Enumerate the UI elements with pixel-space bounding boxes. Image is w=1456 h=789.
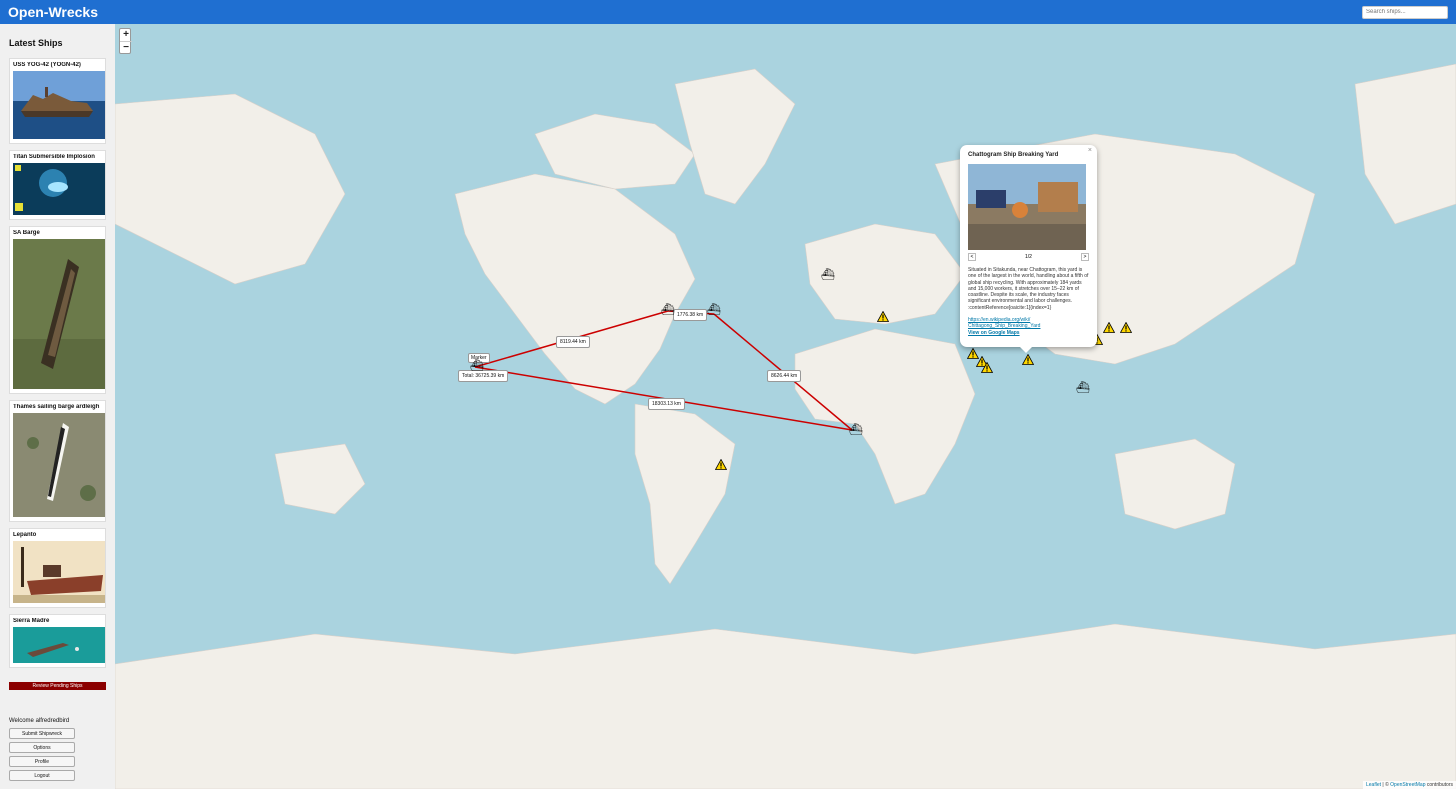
ship-marker-icon[interactable]: ⛴ [1076,382,1090,394]
profile-button[interactable]: Profile [9,756,75,767]
distance-label: 1776.38 km [673,309,708,321]
ship-thumbnail [13,627,105,663]
ship-thumbnail [13,71,105,139]
ship-card-title: Sierra Madre [13,618,50,624]
review-pending-ships-button[interactable]: Review Pending Ships [9,682,106,690]
app-title[interactable]: Open-Wrecks [8,4,98,20]
distance-label: 8626.44 km [767,370,802,382]
ship-thumbnail [13,413,105,517]
warning-marker-icon[interactable] [715,459,727,470]
popup-image [968,164,1086,250]
ship-card-titan[interactable]: Titan Submersible Implosion [9,150,106,220]
submit-shipwreck-button[interactable]: Submit Shipwreck [9,728,75,739]
ship-card-title: Titan Submersible Implosion [13,154,95,160]
options-button[interactable]: Options [9,742,75,753]
map-base-layer [115,63,1456,789]
attribution-suffix: contributors [1426,782,1453,788]
map-attribution: Leaflet | © OpenStreetMap contributors [1363,781,1456,789]
latest-ships-heading: Latest Ships [9,38,63,48]
distance-label: 8119.44 km [556,336,590,348]
ship-marker-icon[interactable]: ⛴ [661,304,675,316]
ship-card-title: USS YOG-42 (YOGN-42) [13,62,81,68]
distance-label: 18303.13 km [648,398,685,410]
warning-marker-icon[interactable] [1022,354,1034,365]
popup-close-button[interactable]: × [1088,147,1092,154]
logout-button[interactable]: Logout [9,770,75,781]
popup-title: Chattogram Ship Breaking Yard [968,152,1059,158]
leaflet-link[interactable]: Leaflet [1366,782,1381,788]
ship-card-title: Thames sailing barge ardleigh [13,404,100,410]
ship-card-lepanto[interactable]: Lepanto [9,528,106,608]
ship-thumbnail [13,239,105,389]
ship-card-title: Lepanto [13,532,37,538]
ship-marker-icon[interactable]: ⛴ [821,269,835,281]
warning-marker-icon[interactable] [1120,322,1132,333]
ship-marker-icon[interactable]: ⛴ [470,360,484,372]
warning-marker-icon[interactable] [877,311,889,322]
warning-marker-icon[interactable] [981,362,993,373]
popup-prev-button[interactable]: < [968,253,976,261]
ship-thumbnail [13,163,105,215]
ship-info-popup: × Chattogram Ship Breaking Yard < 1/2 > … [960,145,1097,353]
ship-marker-icon[interactable]: ⛴ [849,424,863,436]
popup-image-counter: 1/2 [1025,254,1032,260]
sidebar: Latest Ships USS YOG-42 (YOGN-42) Titan … [0,24,115,789]
map-view[interactable]: + − Total: 36725.39 km 8119.44 km 1776.3… [115,24,1456,789]
osm-link[interactable]: OpenStreetMap [1390,782,1425,788]
zoom-out-button[interactable]: − [120,41,132,53]
ship-marker-icon[interactable]: ⛴ [707,304,721,316]
zoom-in-button[interactable]: + [120,29,132,41]
ship-card-title: SA Barge [13,230,40,236]
warning-marker-icon[interactable] [1103,322,1115,333]
ship-card-sa-barge[interactable]: SA Barge [9,226,106,394]
ship-card-thames-barge[interactable]: Thames sailing barge ardleigh [9,400,106,522]
welcome-text: Welcome alfredredbird [9,718,70,724]
popup-description: Situated in Sitakunda, near Chattogram, … [968,267,1089,311]
ship-card-uss-yog-42[interactable]: USS YOG-42 (YOGN-42) [9,58,106,144]
zoom-control: + − [119,28,132,54]
top-navbar: Open-Wrecks [0,0,1456,24]
search-input[interactable] [1362,5,1448,19]
ship-card-sierra-madre[interactable]: Sierra Madre [9,614,106,668]
popup-next-button[interactable]: > [1080,253,1089,261]
popup-gallery-nav: < 1/2 > [968,253,1089,261]
ship-thumbnail [13,541,105,603]
popup-google-maps-link[interactable]: View on Google Maps [968,330,1089,336]
